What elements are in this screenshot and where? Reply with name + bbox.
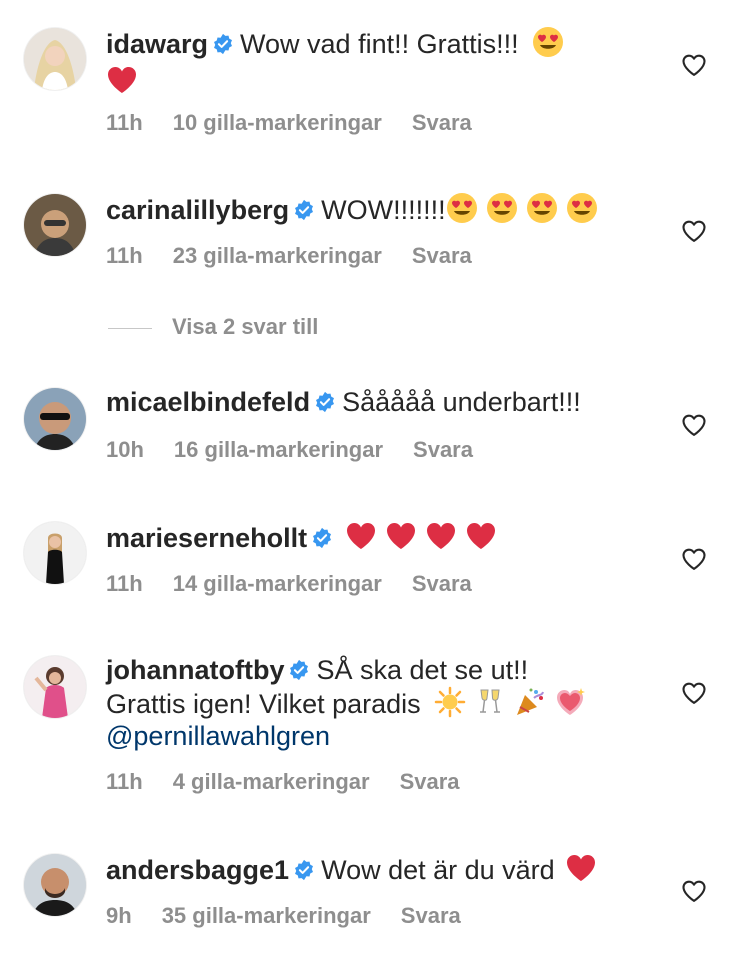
comment-body: idawarg Wow vad fint!! Grattis!!! [106,26,646,98]
avatar[interactable] [24,522,86,584]
red-heart-emoji [425,520,457,552]
like-heart-icon[interactable] [680,51,708,79]
likes-count[interactable]: 14 gilla-markeringar [173,571,382,596]
avatar[interactable] [24,854,86,916]
comment-body: carinalillyberg WOW!!!!!!! [106,192,646,226]
heart-eyes-emoji [486,192,518,224]
heart-eyes-emoji [446,192,478,224]
like-heart-icon[interactable] [680,411,708,439]
like-heart-icon[interactable] [680,679,708,707]
timestamp: 11h [106,769,143,794]
red-heart-emoji [385,520,417,552]
likes-count[interactable]: 16 gilla-markeringar [174,437,383,462]
like-heart-icon[interactable] [680,217,708,245]
avatar[interactable] [24,194,86,256]
likes-count[interactable]: 4 gilla-markeringar [173,769,370,794]
timestamp: 9h [106,903,132,928]
comment-text-line2: Grattis igen! Vilket paradis [106,689,421,719]
verified-badge-icon [288,659,310,681]
username[interactable]: mariesernehollt [106,523,307,553]
comment-meta: 11h 4 gilla-markeringar Svara [106,769,490,795]
like-heart-icon[interactable] [680,877,708,905]
comment-text: Wow vad fint!! Grattis!!! [240,29,519,59]
heart-eyes-emoji [566,192,598,224]
sparkling-heart-emoji [554,686,586,718]
verified-badge-icon [311,527,333,549]
verified-badge-icon [212,33,234,55]
likes-count[interactable]: 35 gilla-markeringar [162,903,371,928]
red-heart-emoji [565,852,597,884]
champagne-glasses-emoji [474,686,506,718]
view-more-replies-button[interactable]: Visa 2 svar till [108,314,318,340]
view-replies-label: Visa 2 svar till [172,314,319,339]
comment-body: mariesernehollt [106,520,646,554]
verified-badge-icon [314,391,336,413]
avatar[interactable] [24,656,86,718]
reply-button[interactable]: Svara [412,571,472,596]
verified-badge-icon [293,859,315,881]
likes-count[interactable]: 10 gilla-markeringar [173,110,382,135]
avatar[interactable] [24,28,86,90]
comment-body: micaelbindefeld Sååååå underbart!!! [106,386,646,418]
mention-link[interactable]: @pernillawahlgren [106,721,330,751]
comment-body: andersbagge1 Wow det är du värd [106,852,646,886]
comment-text: Wow det är du värd [321,855,555,885]
timestamp: 10h [106,437,144,462]
verified-badge-icon [293,199,315,221]
comment-meta: 11h 14 gilla-markeringar Svara [106,571,502,597]
username[interactable]: carinalillyberg [106,195,289,225]
timestamp: 11h [106,243,143,268]
comment-meta: 9h 35 gilla-markeringar Svara [106,903,491,929]
comment-text: WOW!!!!!!! [321,195,446,225]
reply-button[interactable]: Svara [401,903,461,928]
heart-eyes-emoji [526,192,558,224]
sun-emoji [434,686,466,718]
username[interactable]: idawarg [106,29,208,59]
comment-text: Sååååå underbart!!! [342,387,581,417]
comment-meta: 10h 16 gilla-markeringar Svara [106,437,503,463]
timestamp: 11h [106,571,143,596]
reply-button[interactable]: Svara [413,437,473,462]
reply-button[interactable]: Svara [412,243,472,268]
party-popper-emoji [514,686,546,718]
red-heart-emoji [465,520,497,552]
red-heart-emoji [106,64,138,96]
reply-button[interactable]: Svara [412,110,472,135]
comment-meta: 11h 10 gilla-markeringar Svara [106,110,502,136]
username[interactable]: micaelbindefeld [106,387,310,417]
comment-body: johannatoftby SÅ ska det se ut!! Grattis … [106,654,646,752]
avatar[interactable] [24,388,86,450]
comment-text: SÅ ska det se ut!! [316,655,529,685]
heart-eyes-emoji [532,26,564,58]
comment-meta: 11h 23 gilla-markeringar Svara [106,243,502,269]
red-heart-emoji [345,520,377,552]
like-heart-icon[interactable] [680,545,708,573]
timestamp: 11h [106,110,143,135]
username[interactable]: johannatoftby [106,655,284,685]
reply-button[interactable]: Svara [400,769,460,794]
username[interactable]: andersbagge1 [106,855,289,885]
likes-count[interactable]: 23 gilla-markeringar [173,243,382,268]
replies-divider [108,327,152,329]
